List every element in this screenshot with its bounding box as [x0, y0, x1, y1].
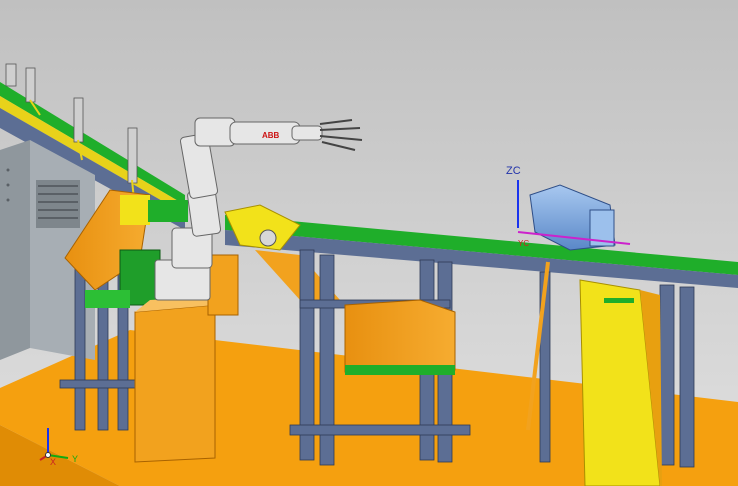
zc-axis-label: ZC	[506, 165, 521, 177]
triad-y-label: Y	[72, 454, 78, 464]
robot-brand-label: ABB	[262, 131, 280, 140]
cad-viewport[interactable]: ABB ZC YC X Y	[0, 0, 738, 486]
yellow-chute	[579, 279, 662, 486]
triad-x-label: X	[50, 457, 56, 467]
yc-axis-label: YC	[518, 239, 529, 248]
cad-model-scene[interactable]: ABB ZC YC X Y	[0, 0, 738, 486]
collection-box	[344, 299, 456, 375]
